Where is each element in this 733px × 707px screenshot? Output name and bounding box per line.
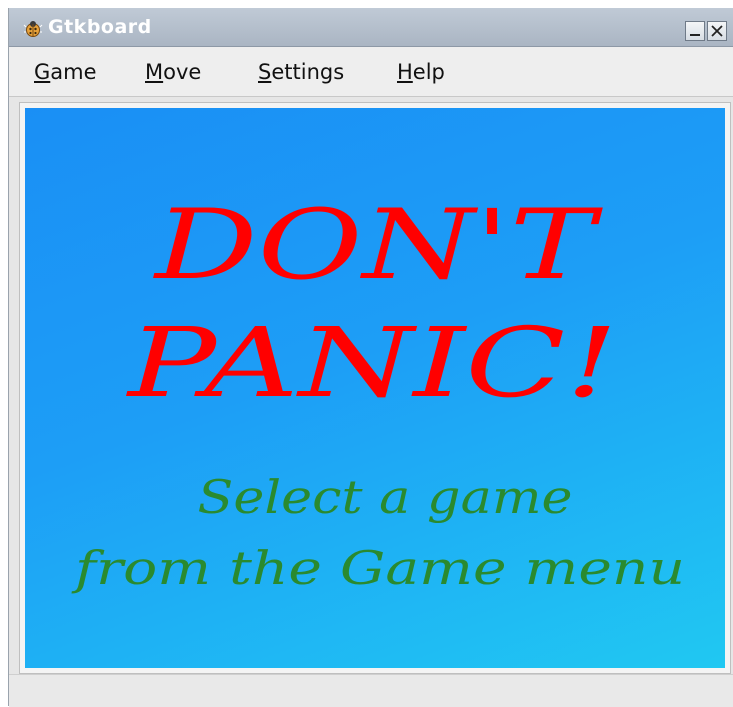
minimize-button[interactable]	[685, 21, 705, 41]
subtext-line-2: from the Game menu	[71, 541, 685, 595]
menu-game-label: ame	[50, 60, 97, 84]
menu-bar: Game Move Settings Help	[9, 47, 733, 97]
close-icon	[711, 25, 723, 37]
board-message: DON'T PANIC! Select a game from the Game…	[71, 189, 685, 595]
menu-help-label: elp	[412, 60, 445, 84]
minimize-icon	[690, 34, 700, 36]
gtkboard-window: Gtkboard Game Move Settings Help DON'T P…	[8, 8, 733, 707]
menu-move-mnemonic: M	[145, 60, 164, 84]
headline-line-2: PANIC!	[125, 307, 618, 419]
status-bar	[9, 674, 733, 707]
title-bar[interactable]: Gtkboard	[9, 8, 733, 47]
menu-game[interactable]: Game	[34, 60, 97, 84]
menu-move-label: ove	[163, 60, 202, 84]
menu-help-mnemonic: H	[397, 60, 413, 84]
headline-line-1: DON'T	[152, 189, 603, 301]
close-button[interactable]	[707, 21, 727, 41]
menu-game-mnemonic: G	[34, 60, 51, 84]
menu-settings-label: ettings	[271, 60, 345, 84]
window-title: Gtkboard	[48, 16, 152, 38]
game-board[interactable]: DON'T PANIC! Select a game from the Game…	[25, 108, 725, 668]
menu-settings[interactable]: Settings	[258, 60, 344, 84]
ladybug-icon	[23, 21, 43, 37]
menu-settings-mnemonic: S	[258, 60, 272, 84]
subtext-line-1: Select a game	[198, 470, 573, 524]
menu-move[interactable]: Move	[145, 60, 201, 84]
menu-help[interactable]: Help	[397, 60, 445, 84]
